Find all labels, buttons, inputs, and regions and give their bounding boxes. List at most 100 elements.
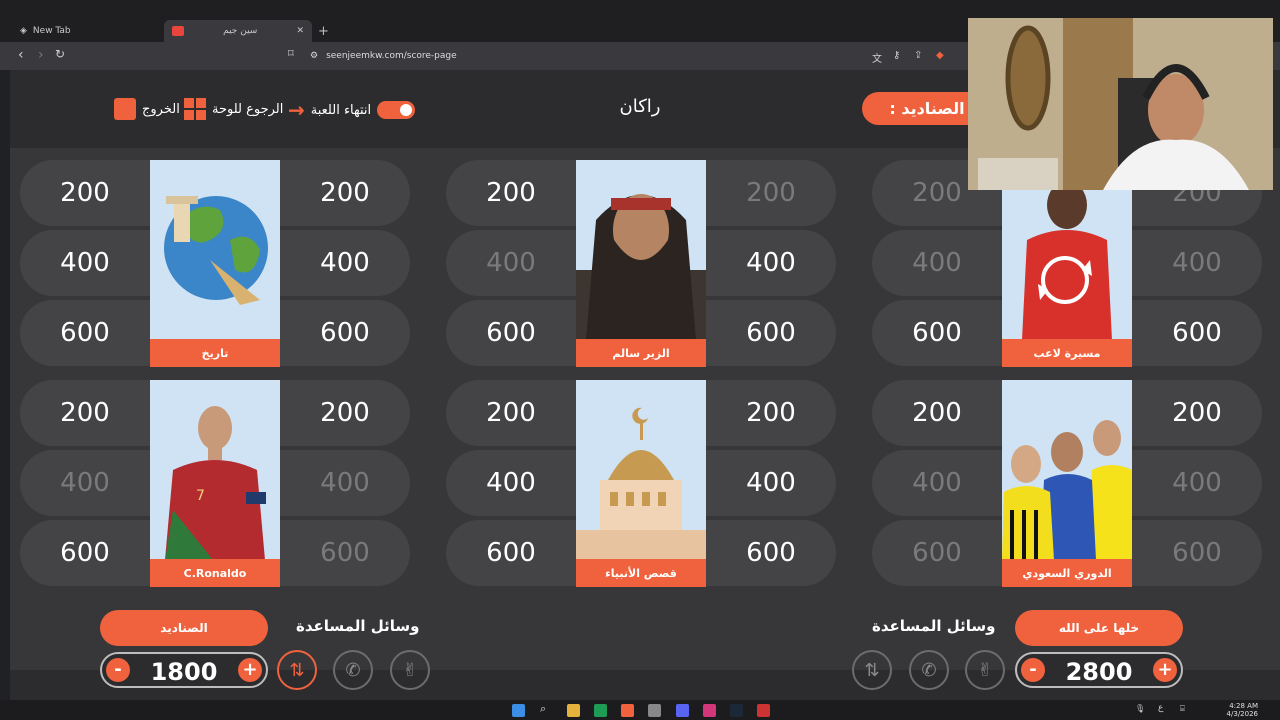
value-button[interactable]: 600 [1132, 520, 1262, 586]
bookmark-icon[interactable]: ⌑ [288, 47, 294, 60]
tab-seenjeem[interactable]: سين جيم ✕ [164, 20, 312, 42]
url-text: seenjeemkw.com/score-page [326, 51, 457, 61]
reload-icon[interactable]: ↻ [55, 47, 65, 61]
search-icon[interactable]: ⌕ [540, 702, 553, 715]
value-button[interactable]: 400 [446, 450, 576, 516]
value-button[interactable]: 200 [1132, 380, 1262, 446]
arrow-right-icon: → [288, 98, 305, 122]
team-score-box: - 1800 + [100, 652, 268, 688]
team-name-button[interactable]: الصناديد [100, 610, 268, 646]
value-button[interactable]: 400 [446, 230, 576, 296]
translate-icon[interactable]: 文 [872, 50, 882, 65]
minus-button[interactable]: - [1021, 658, 1045, 682]
value-button[interactable]: 200 [872, 380, 1002, 446]
value-button[interactable]: 600 [20, 520, 150, 586]
grid-icon [184, 98, 206, 120]
value-button[interactable]: 600 [872, 300, 1002, 366]
value-button[interactable]: 400 [280, 230, 410, 296]
value-button[interactable]: 400 [706, 230, 836, 296]
two-answers-icon[interactable]: ⇅ [852, 650, 892, 690]
exit-link[interactable]: الخروج [114, 98, 180, 120]
discord-icon[interactable] [676, 704, 689, 717]
phone-icon[interactable]: ✆ [333, 650, 373, 690]
warrior-icon [576, 194, 706, 340]
language-indicator[interactable]: ع [1158, 703, 1171, 716]
category-card-player-career[interactable]: مسيرة لاعب [1002, 160, 1132, 367]
value-button[interactable]: 400 [280, 450, 410, 516]
phone-icon[interactable]: ✆ [909, 650, 949, 690]
back-arrow-icon[interactable]: ‹ [18, 47, 24, 63]
value-button[interactable]: 200 [20, 160, 150, 226]
value-button[interactable]: 200 [446, 380, 576, 446]
two-answers-icon[interactable]: ⇅ [277, 650, 317, 690]
instagram-icon[interactable] [703, 704, 716, 717]
category-card-zeer-salem[interactable]: الزير سالم [576, 160, 706, 367]
value-button[interactable]: 600 [706, 520, 836, 586]
value-button[interactable]: 400 [872, 230, 1002, 296]
brave-shield-icon[interactable]: ◆ [936, 50, 944, 61]
share-icon[interactable]: ⇪ [914, 50, 922, 61]
category-label: تاريخ [150, 339, 280, 367]
tab-title: سين جيم [223, 26, 258, 36]
value-button[interactable]: 400 [1132, 230, 1262, 296]
value-button[interactable]: 400 [20, 230, 150, 296]
category-card-saudi-league[interactable]: الدوري السعودي [1002, 380, 1132, 587]
category-card-history[interactable]: تاريخ [150, 160, 280, 367]
minus-button[interactable]: - [106, 658, 130, 682]
start-icon[interactable] [512, 704, 525, 717]
close-icon[interactable]: ✕ [296, 26, 304, 36]
plus-button[interactable]: + [238, 658, 262, 682]
category-card-prophets[interactable]: قصص الأنبياء [576, 380, 706, 587]
value-button[interactable]: 600 [1132, 300, 1262, 366]
value-button[interactable]: 200 [706, 380, 836, 446]
brave-browser-icon[interactable] [621, 704, 634, 717]
file-explorer-icon[interactable] [567, 704, 580, 717]
team-score: 2800 [1065, 658, 1133, 686]
value-button[interactable]: 400 [872, 450, 1002, 516]
obs-icon[interactable] [757, 704, 770, 717]
value-button[interactable]: 600 [280, 300, 410, 366]
new-tab-button[interactable]: + [318, 20, 334, 42]
network-icon[interactable]: ⌸ [1180, 704, 1193, 717]
site-settings-icon[interactable]: ⚙ [310, 51, 318, 61]
value-button[interactable]: 400 [706, 450, 836, 516]
value-button[interactable]: 600 [446, 300, 576, 366]
value-button[interactable]: 200 [446, 160, 576, 226]
victory-hand-icon[interactable]: ✌ [390, 650, 430, 690]
exit-label: الخروج [142, 101, 180, 117]
value-button[interactable]: 600 [706, 300, 836, 366]
back-to-board-link[interactable]: الرجوع للوحة [184, 98, 283, 120]
xbox-icon[interactable] [594, 704, 607, 717]
tab-new-tab[interactable]: ◈ New Tab [12, 20, 162, 42]
value-button[interactable]: 200 [280, 380, 410, 446]
site-favicon-icon [172, 26, 184, 36]
end-toggle[interactable] [377, 101, 416, 119]
value-button[interactable]: 600 [872, 520, 1002, 586]
category-card-ronaldo[interactable]: 7 C.Ronaldo [150, 380, 280, 587]
value-button[interactable]: 600 [446, 520, 576, 586]
webcam-person-image [968, 18, 1273, 190]
forward-arrow-icon[interactable]: › [38, 47, 44, 63]
end-game-link[interactable]: → انتهاء اللعبة [288, 98, 416, 122]
value-button[interactable]: 600 [280, 520, 410, 586]
store-icon[interactable] [648, 704, 661, 717]
address-bar[interactable]: ⚙ seenjeemkw.com/score-page [300, 45, 940, 67]
value-button[interactable]: 200 [706, 160, 836, 226]
back-label: الرجوع للوحة [212, 101, 284, 117]
clock-date: 4/3/2026 [1226, 710, 1258, 718]
plus-button[interactable]: + [1153, 658, 1177, 682]
category-label: C.Ronaldo [150, 559, 280, 587]
category-label: قصص الأنبياء [576, 559, 706, 587]
value-button[interactable]: 400 [20, 450, 150, 516]
tab-title: New Tab [32, 26, 71, 36]
victory-hand-icon[interactable]: ✌ [965, 650, 1005, 690]
value-button[interactable]: 200 [20, 380, 150, 446]
key-icon[interactable]: ⚷ [893, 50, 900, 61]
steam-icon[interactable] [730, 704, 743, 717]
value-button[interactable]: 400 [1132, 450, 1262, 516]
value-button[interactable]: 600 [20, 300, 150, 366]
value-button[interactable]: 200 [280, 160, 410, 226]
microphone-icon[interactable]: 🎙 [1135, 704, 1148, 717]
team-name-button[interactable]: خلها على الله [1015, 610, 1183, 646]
system-clock[interactable]: 4:28 AM 4/3/2026 [1227, 702, 1258, 718]
